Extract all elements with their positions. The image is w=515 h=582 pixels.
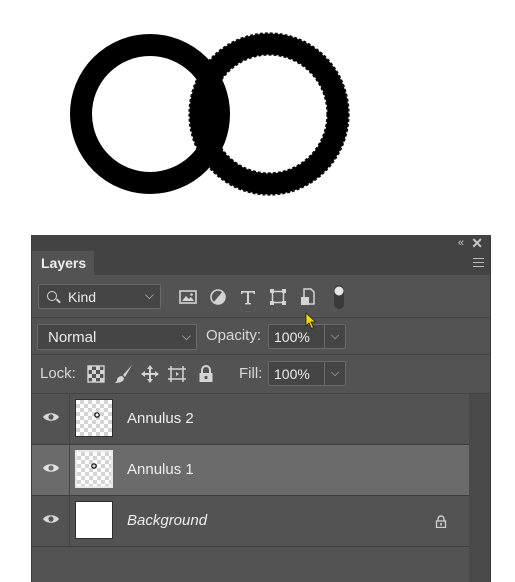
visibility-eye-icon[interactable] [42,513,60,525]
panel-title-bar: « ✕ [32,235,490,251]
layer-thumbnail[interactable] [75,501,113,539]
opacity-dropdown-button[interactable]: ⌵ [324,325,345,348]
filter-toggle-icon[interactable] [332,284,346,310]
layer-row-annulus-1[interactable]: Annulus 1 [32,445,469,496]
search-icon [47,291,57,301]
lock-artboard-icon[interactable] [167,364,187,384]
document-canvas[interactable] [0,0,515,230]
layer-row-annulus-2[interactable]: Annulus 2 [32,394,469,445]
fill-field[interactable]: 100% ⌵ [268,361,346,386]
fill-dropdown-button[interactable]: ⌵ [324,362,345,385]
lock-transparent-pixels-icon[interactable] [86,364,106,384]
layers-list: Annulus 2 Annulus 1 Background [32,394,469,582]
layer-name[interactable]: Annulus 2 [127,410,194,427]
opacity-value: 100% [274,329,310,345]
layer-name[interactable]: Background [127,512,207,529]
layers-panel: « ✕ Layers Kind ⌵ Normal ⌵ Opacity: 100%… [31,235,491,582]
image-filter-icon[interactable] [179,288,197,306]
shape-filter-icon[interactable] [269,288,287,306]
blend-mode-value: Normal [48,329,97,346]
blend-row: Normal ⌵ Opacity: 100% ⌵ [32,318,490,355]
type-filter-icon[interactable] [239,288,257,306]
thumbnail-ring-preview [94,412,100,418]
lock-position-icon[interactable] [140,364,160,384]
layer-filter-row: Kind ⌵ [32,275,490,318]
mouse-pointer-icon [305,312,317,330]
fill-value: 100% [274,366,310,382]
lock-label: Lock: [40,365,76,382]
row-divider [69,496,70,546]
thumbnail-ring-preview [91,463,97,469]
chevron-down-icon: ⌵ [144,288,154,302]
collapse-panel-button[interactable]: « [458,236,464,250]
panel-tab-row: Layers [32,251,490,275]
lock-image-pixels-icon[interactable] [114,364,134,384]
layer-thumbnail[interactable] [75,399,113,437]
lock-all-icon[interactable] [196,364,216,384]
visibility-eye-icon[interactable] [42,411,60,423]
blend-mode-dropdown[interactable]: Normal ⌵ [37,324,197,350]
hamburger-icon[interactable] [473,255,484,269]
fill-label: Fill: [239,365,263,382]
adjustment-filter-icon[interactable] [209,288,227,306]
row-divider [69,394,70,444]
close-panel-button[interactable]: ✕ [471,235,483,251]
row-divider [69,445,70,495]
lock-row: Lock: Fill: 100% ⌵ [32,355,490,394]
filter-kind-dropdown[interactable]: Kind ⌵ [38,284,161,309]
smart-object-filter-icon[interactable] [299,288,317,306]
filter-kind-label: Kind [68,289,97,305]
layer-row-background[interactable]: Background [32,496,469,547]
chevron-down-icon: ⌵ [181,329,191,343]
tab-layers[interactable]: Layers [32,251,94,275]
layer-thumbnail[interactable] [75,450,113,488]
layer-name[interactable]: Annulus 1 [127,461,194,478]
opacity-label: Opacity: [206,327,262,344]
layer-lock-icon[interactable] [435,515,447,528]
layers-scrollbar[interactable] [469,394,490,582]
canvas-artwork [70,32,350,196]
visibility-eye-icon[interactable] [42,462,60,474]
